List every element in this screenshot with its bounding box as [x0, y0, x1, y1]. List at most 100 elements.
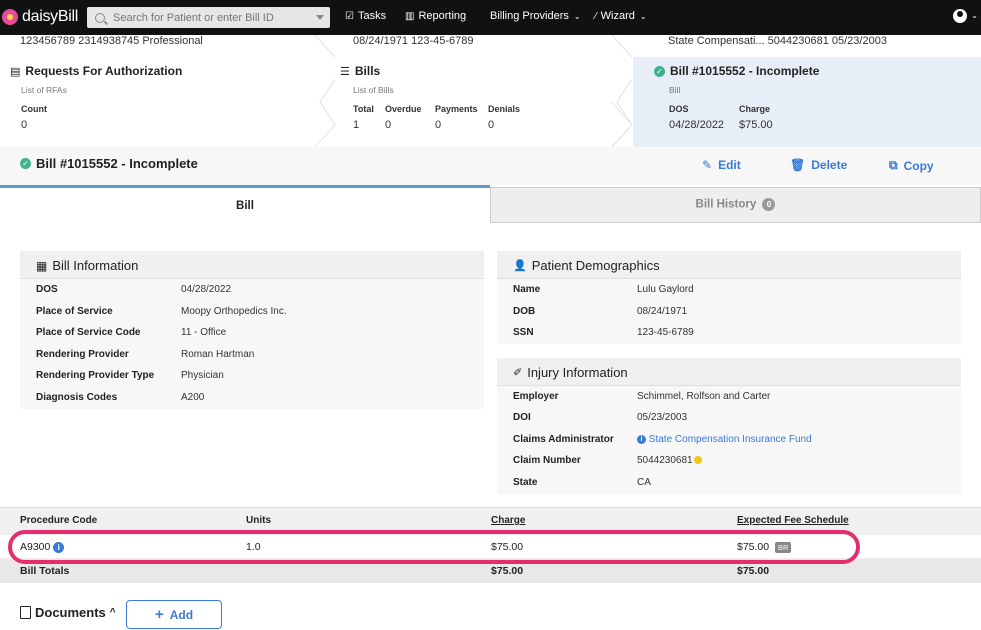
bill-totals-charge: $75.00 [491, 565, 524, 577]
crumb-bill-sub: Bill [669, 85, 681, 95]
stat-payments-label: Payments [435, 104, 478, 114]
nav-billing-providers[interactable]: Billing Providers ⌄ [490, 10, 581, 22]
crumb-bills-sub: List of Bills [353, 85, 394, 95]
info-icon: i [637, 434, 646, 444]
kv-value: 5044230681 [637, 455, 702, 466]
search-icon [95, 12, 105, 23]
check-circle-icon: ✓ [20, 158, 31, 169]
expected-fee-cell: $75.00 BR [737, 541, 792, 553]
daisy-logo-icon [2, 9, 18, 25]
col-charge[interactable]: Charge [491, 515, 525, 526]
history-count-badge: 0 [762, 198, 776, 211]
search-dropdown-icon[interactable] [316, 15, 324, 20]
info-icon[interactable]: i [53, 541, 65, 553]
documents-title: Documents [35, 605, 106, 620]
pencil-icon: ✎ [702, 158, 713, 172]
kv-value: CA [637, 477, 651, 488]
edit-label: Edit [718, 158, 741, 172]
claims-administrator-value: State Compensation Insurance Fund [648, 434, 812, 445]
kv-value: Schimmel, Rolfson and Carter [637, 391, 771, 402]
kv-key: State [513, 477, 538, 488]
nav-reporting-label: Reporting [418, 10, 467, 22]
kv-key: Name [513, 284, 541, 295]
user-icon[interactable] [953, 9, 967, 23]
table-row[interactable]: A9300 i 1.0 $75.00 $75.00 BR [0, 535, 981, 559]
logo-text: daisyBill [22, 8, 78, 25]
document-list-icon: ▤ [10, 65, 21, 78]
crumb-rfa-count: 0 [21, 119, 28, 131]
injury-information-header: ✐ Injury Information [497, 358, 961, 386]
units-cell: 1.0 [246, 541, 261, 553]
stat-overdue: 0 [385, 119, 392, 131]
check-circle-icon: ✓ [654, 65, 665, 77]
chevron-down-icon[interactable]: ⌄ [971, 11, 978, 20]
kv-key: Place of Service [36, 306, 113, 317]
crumb-rfa-count-label: Count [21, 104, 47, 114]
nav-reporting[interactable]: ▥ Reporting [405, 10, 466, 22]
injury-information-panel: ✐ Injury Information Employer Schimmel, R… [497, 358, 961, 494]
bill-information-panel: ▦ Bill Information DOS 04/28/2022 Place o… [20, 251, 484, 409]
crumb-rfa-sub: List of RFAs [21, 85, 67, 95]
crumb-bill-active[interactable]: ✓ Bill #1015552 - Incomplete Bill DOS 04/… [654, 64, 819, 131]
nav-wizard[interactable]: ⁄ Wizard ⌄ [595, 10, 647, 22]
tab-bill[interactable]: Bill [0, 185, 490, 223]
kv-key: DOB [513, 306, 536, 317]
tab-bill-history-label: Bill History [695, 198, 757, 211]
crumb-top-claim: State Compensati... 5044230681 05/23/200… [668, 35, 887, 47]
crumb-bills-title: Bills [354, 64, 381, 78]
nav-wizard-label: Wizard [600, 10, 635, 22]
list-icon: ☰ [340, 65, 350, 78]
bandage-icon: ✐ [513, 367, 523, 379]
stat-payments: 0 [435, 119, 442, 131]
copy-button[interactable]: ⧉ Copy [889, 158, 934, 173]
add-document-button[interactable]: + Add [126, 600, 222, 629]
crumb-dos: 04/28/2022 [669, 119, 725, 131]
kv-key: Diagnosis Codes [36, 392, 118, 403]
kv-key: Place of Service Code [36, 327, 141, 338]
procedures-table-header: Procedure Code Units Charge Expected Fee… [0, 507, 981, 535]
edit-button[interactable]: ✎ Edit [702, 158, 741, 172]
delete-button[interactable]: 🗑 Delete [790, 158, 847, 172]
claims-administrator-link[interactable]: i State Compensation Insurance Fund [637, 434, 812, 445]
warning-icon[interactable] [693, 456, 702, 465]
expected-fee-value: $75.00 [737, 541, 770, 553]
stat-total-label: Total [353, 104, 374, 114]
bill-information-title: Bill Information [52, 258, 139, 273]
crumb-bills[interactable]: ☰ Bills List of Bills Total 1 Overdue 0 Pa… [340, 64, 520, 131]
search-box[interactable] [87, 7, 330, 28]
kv-key: Claims Administrator [513, 434, 614, 445]
kv-value: 08/24/1971 [637, 306, 688, 317]
kv-key: Rendering Provider Type [36, 370, 155, 381]
kv-key: Claim Number [513, 455, 581, 466]
documents-section-toggle[interactable]: Documents ^ [20, 605, 116, 620]
kv-key: DOS [36, 284, 58, 295]
wand-icon: ⁄ [595, 10, 597, 22]
tab-bill-history[interactable]: Bill History 0 [490, 187, 981, 223]
kv-value: 11 - Office [181, 327, 227, 338]
page-title: ✓ Bill #1015552 - Incomplete [20, 156, 198, 171]
chevron-up-icon: ^ [109, 607, 116, 618]
logo[interactable]: daisyBill [2, 7, 78, 27]
kv-key: Employer [513, 391, 559, 402]
crumb-charge: $75.00 [739, 119, 773, 131]
col-expected-fee-schedule[interactable]: Expected Fee Schedule [737, 515, 849, 526]
bar-chart-icon: ▥ [405, 10, 415, 22]
pdf-document-icon [20, 606, 31, 619]
kv-value: 123-45-6789 [637, 327, 694, 338]
user-icon: 👤 [513, 260, 527, 272]
checkbox-icon: ☑ [345, 10, 354, 22]
kv-value: Lulu Gaylord [637, 284, 694, 295]
col-procedure-code: Procedure Code [20, 515, 98, 526]
search-input[interactable] [113, 11, 313, 24]
bill-totals-label: Bill Totals [20, 565, 70, 577]
procedure-code-cell: A9300 i [20, 541, 65, 553]
kv-value: Roman Hartman [181, 349, 255, 360]
procedure-code: A9300 [20, 541, 51, 553]
crumb-dos-label: DOS [669, 104, 689, 114]
crumb-top-employee: 123456789 2314938745 Professional [20, 35, 203, 47]
crumb-rfa[interactable]: ▤ Requests For Authorization List of RFA… [10, 64, 182, 131]
charge-cell: $75.00 [491, 541, 524, 553]
table-icon: ▦ [36, 258, 48, 273]
nav-tasks[interactable]: ☑ Tasks [345, 10, 386, 22]
stat-overdue-label: Overdue [385, 104, 422, 114]
